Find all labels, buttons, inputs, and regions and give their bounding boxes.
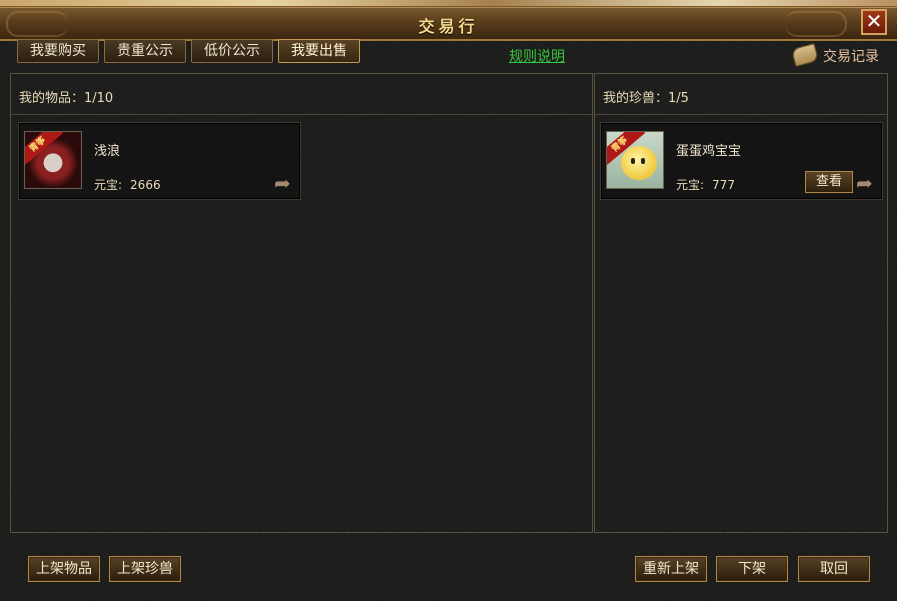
price-value: 2666 <box>130 178 161 192</box>
pet-name: 蛋蛋鸡宝宝 <box>676 144 742 159</box>
price-label: 元宝: <box>94 178 123 192</box>
close-icon[interactable]: ✕ <box>861 9 887 35</box>
view-pet-button[interactable]: 查看 <box>805 171 853 193</box>
item-card[interactable]: 青筝 浅浪 元宝: 2666 ➦ <box>18 122 301 200</box>
retrieve-button[interactable]: 取回 <box>798 556 870 582</box>
item-ribbon: 青筝 <box>25 132 64 168</box>
trade-record-label: 交易记录 <box>823 49 879 65</box>
relist-button[interactable]: 重新上架 <box>635 556 707 582</box>
item-name: 浅浪 <box>94 144 121 159</box>
my-pets-count: 我的珍兽：1/5 <box>603 91 689 106</box>
rules-link[interactable]: 规则说明 <box>509 46 565 66</box>
price-value: 777 <box>712 178 735 192</box>
pet-card[interactable]: 青筝 蛋蛋鸡宝宝 元宝: 777 查看 ➦ <box>600 122 883 200</box>
list-item-button[interactable]: 上架物品 <box>28 556 100 582</box>
pet-price: 元宝: 777 <box>676 176 735 193</box>
my-items-panel: 我的物品：1/10 青筝 浅浪 元宝: 2666 ➦ <box>10 73 593 533</box>
chick-eye-right <box>641 158 645 164</box>
delist-button[interactable]: 下架 <box>716 556 788 582</box>
title-bar: 交易行 ✕ <box>0 7 897 41</box>
my-pets-header: 我的珍兽：1/5 <box>595 74 887 115</box>
tab-low-price-notice[interactable]: 低价公示 <box>191 39 273 63</box>
chick-face <box>621 146 657 180</box>
tab-buy[interactable]: 我要购买 <box>17 39 99 63</box>
price-label: 元宝: <box>676 178 705 192</box>
my-items-header: 我的物品：1/10 <box>11 74 592 115</box>
tab-valuable-notice[interactable]: 贵重公示 <box>104 39 186 63</box>
my-items-count: 我的物品：1/10 <box>19 91 114 106</box>
share-arrow-icon[interactable]: ➦ <box>274 173 296 193</box>
item-price: 元宝: 2666 <box>94 176 161 193</box>
chick-eye-left <box>631 158 635 164</box>
tab-sell[interactable]: 我要出售 <box>278 39 360 63</box>
item-scroll-icon[interactable]: 青筝 <box>24 131 82 189</box>
window-title: 交易行 <box>418 17 479 36</box>
chick-pet-icon[interactable]: 青筝 <box>606 131 664 189</box>
my-pets-panel: 我的珍兽：1/5 青筝 蛋蛋鸡宝宝 元宝: 777 查看 ➦ <box>594 73 888 533</box>
list-pet-button[interactable]: 上架珍兽 <box>109 556 181 582</box>
share-arrow-icon[interactable]: ➦ <box>856 173 878 193</box>
